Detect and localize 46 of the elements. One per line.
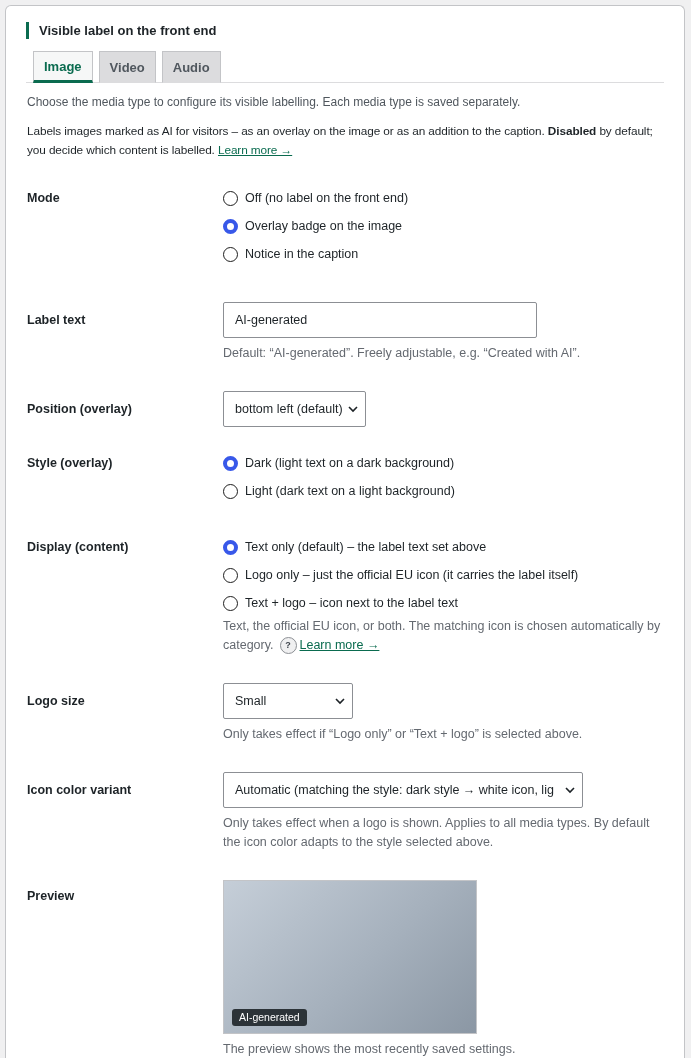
radio-button[interactable] xyxy=(223,455,238,471)
media-tab[interactable]: Image xyxy=(33,51,93,83)
radio-label: Light (dark text on a light background) xyxy=(245,484,455,498)
help-icon[interactable]: ? xyxy=(279,637,297,655)
radio-label: Notice in the caption xyxy=(245,247,359,261)
dropdown-select[interactable]: bottom left (default) xyxy=(223,391,366,427)
help-text: Default: “AI-generated”. Freely adjustable, e.g. “Created with AI”. xyxy=(223,345,582,362)
radio-label: Dark (light text on a dark background) xyxy=(245,456,455,470)
field-label: Logo size xyxy=(27,693,86,709)
field-label: Label text xyxy=(27,312,87,328)
radio-label: Text only (default) – the label text set above xyxy=(245,540,487,554)
help-text: Text, the official EU icon, or both. The matching icon is chosen automatically by category. ? Learn more → xyxy=(223,617,664,655)
field-label: Preview xyxy=(27,888,76,904)
ai-label-badge: AI-generated xyxy=(232,1009,307,1026)
learn-more-link[interactable]: Learn more → xyxy=(218,143,293,157)
section-title: Visible label on the front end xyxy=(26,22,664,39)
radio-button[interactable] xyxy=(223,246,238,262)
media-tab[interactable]: Audio xyxy=(161,51,221,83)
field-label: Position (overlay) xyxy=(27,401,133,417)
radio-button[interactable] xyxy=(223,595,238,611)
description-text: Labels images marked as AI for visitors – as an overlay on the image or as an addition to the caption. Disabled by default; you decide which content is labelled. Learn more → xyxy=(27,123,654,159)
help-text: The preview shows the most recently saved settings. xyxy=(223,1041,517,1058)
learn-more-link[interactable]: Learn more → xyxy=(299,638,380,652)
dropdown-select[interactable]: Small xyxy=(223,683,353,719)
radio-label: Text + logo – icon next to the label text xyxy=(245,596,458,610)
radio-label: Overlay badge on the image xyxy=(245,219,403,233)
radio-button[interactable] xyxy=(223,483,238,499)
radio-button[interactable] xyxy=(223,567,238,583)
field-label: Mode xyxy=(27,190,61,206)
help-text: Only takes effect when a logo is shown. Applies to all media types. By default the icon color adapts to the style selected above. xyxy=(223,815,651,851)
field-label: Display (content) xyxy=(27,539,130,555)
chevron-down-icon xyxy=(334,695,346,707)
field-label: Icon color variant xyxy=(27,782,133,798)
label-text-field[interactable]: AI-generated xyxy=(223,302,537,338)
radio-button[interactable] xyxy=(223,218,238,234)
radio-button[interactable] xyxy=(223,190,238,206)
help-text: Only takes effect if “Logo only” or “Text + logo” is selected above. xyxy=(223,726,584,743)
chevron-down-icon xyxy=(564,784,576,796)
field-label: Style (overlay) xyxy=(27,455,114,471)
radio-label: Off (no label on the front end) xyxy=(245,191,409,205)
media-tab[interactable]: Video xyxy=(98,51,156,83)
radio-label: Logo only – just the official EU icon (it carries the label itself) xyxy=(245,568,579,582)
intro-text: Choose the media type to configure its visible labelling. Each media type is saved separately. xyxy=(27,94,522,110)
dropdown-select[interactable]: Automatic (matching the style: dark style → white icon, lig xyxy=(223,772,583,808)
radio-button[interactable] xyxy=(223,539,238,555)
chevron-down-icon xyxy=(346,403,359,415)
